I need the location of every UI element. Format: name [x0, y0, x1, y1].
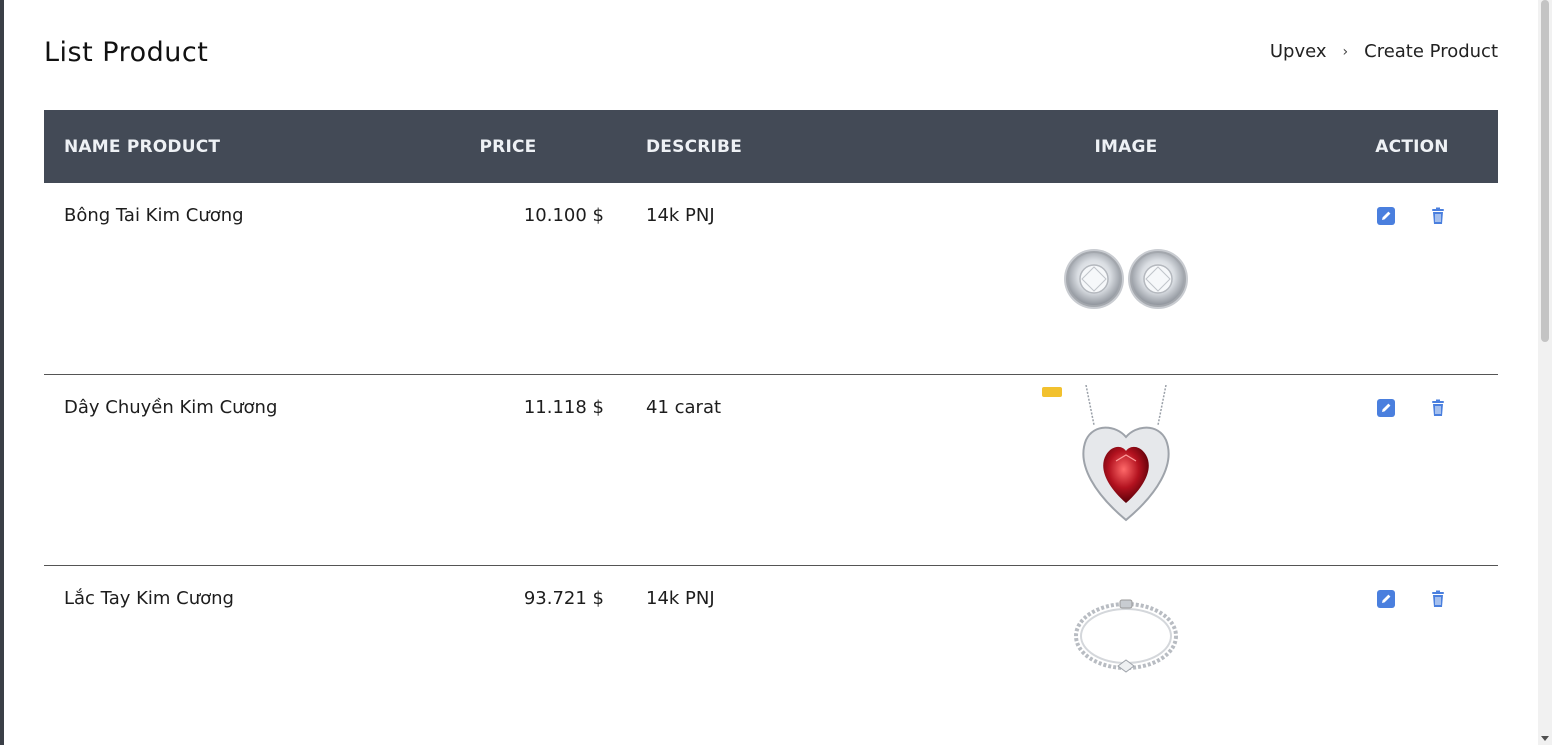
table-row: Bông Tai Kim Cương 10.100 $ 14k PNJ: [44, 183, 1498, 374]
product-price: 10.100 $: [523, 205, 604, 226]
vertical-scrollbar[interactable]: [1538, 0, 1552, 745]
page-title: List Product: [44, 37, 209, 68]
trash-icon[interactable]: [1429, 590, 1447, 608]
table-header-row: NAME PRODUCT PRICE DESCRIBE IMAGE ACTION: [44, 110, 1498, 183]
breadcrumb-item-create-product[interactable]: Create Product: [1364, 41, 1498, 62]
diamond-earrings-image: [1064, 249, 1188, 309]
table-row: Dây Chuyền Kim Cương 11.118 $ 41 carat: [44, 373, 1498, 565]
breadcrumb: Upvex › Create Product: [1270, 41, 1498, 62]
scrollbar-thumb[interactable]: [1541, 0, 1549, 342]
breadcrumb-item-upvex[interactable]: Upvex: [1270, 41, 1327, 62]
product-describe: 41 carat: [626, 373, 926, 565]
column-header-action: ACTION: [1326, 110, 1498, 183]
trash-icon[interactable]: [1429, 399, 1447, 417]
column-header-describe: DESCRIBE: [626, 110, 926, 183]
ruby-necklace-image: [1042, 384, 1170, 521]
edit-icon[interactable]: [1377, 589, 1396, 608]
product-name: Dây Chuyền Kim Cương: [44, 373, 390, 565]
diamond-bracelet-image: [1074, 599, 1178, 673]
product-price: 93.721 $: [390, 564, 626, 756]
window-left-edge: [0, 0, 4, 745]
product-describe: 14k PNJ: [626, 564, 926, 756]
product-name: Lắc Tay Kim Cương: [44, 564, 390, 756]
product-name: Bông Tai Kim Cương: [64, 205, 244, 226]
product-price: 11.118 $: [390, 373, 626, 565]
column-header-image: IMAGE: [926, 110, 1326, 183]
edit-icon[interactable]: [1377, 398, 1396, 417]
column-header-price: PRICE: [390, 110, 626, 183]
scroll-down-arrow-icon[interactable]: [1541, 736, 1549, 741]
product-table: NAME PRODUCT PRICE DESCRIBE IMAGE ACTION…: [44, 110, 1498, 756]
column-header-name-product: NAME PRODUCT: [44, 110, 390, 183]
edit-icon[interactable]: [1377, 207, 1396, 225]
trash-icon[interactable]: [1429, 207, 1447, 225]
table-row: Lắc Tay Kim Cương 93.721 $ 14k PNJ: [44, 564, 1498, 756]
breadcrumb-separator-icon: ›: [1342, 43, 1349, 60]
product-describe: 14k PNJ: [646, 205, 715, 226]
